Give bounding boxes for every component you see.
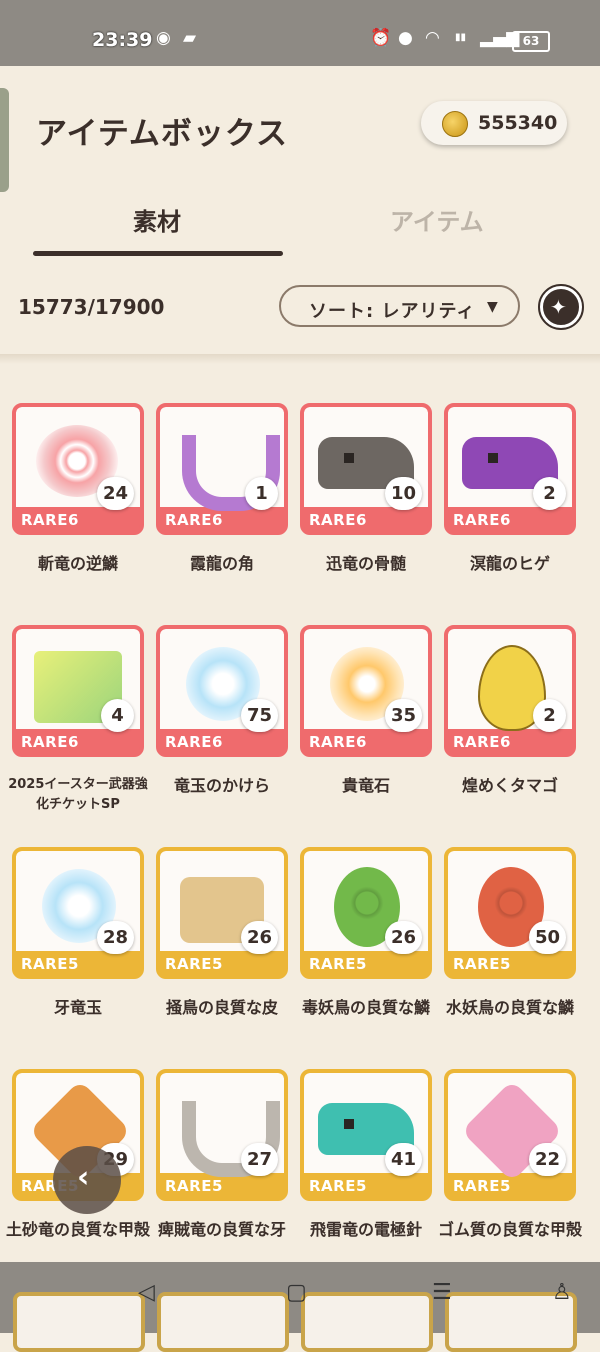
item-card[interactable]: RARE5 41	[300, 1069, 432, 1201]
alarm-icon: ⏰	[370, 28, 392, 48]
item-name: 竜玉のかけら	[173, 776, 270, 795]
item-name: 牙竜玉	[53, 998, 102, 1017]
monster-filter-icon: ✦	[550, 295, 567, 319]
quantity-badge: 28	[96, 921, 134, 954]
quantity-badge: 1	[245, 477, 278, 510]
rarity-label: RARE5	[165, 955, 223, 973]
side-drawer-handle[interactable]	[0, 88, 9, 192]
quantity-badge: 10	[384, 477, 422, 510]
rarity-label: RARE6	[453, 511, 511, 529]
rarity-label: RARE5	[309, 955, 367, 973]
page-title: アイテムボックス	[36, 116, 288, 152]
item-card[interactable]: RARE5 26	[300, 847, 432, 979]
collapse-button[interactable]: ‹	[53, 1146, 121, 1214]
section-divider	[0, 354, 600, 364]
item-card[interactable]: RARE5 22	[444, 1069, 576, 1201]
sort-label: ソート: レアリティ	[309, 301, 476, 322]
next-row-card	[13, 1292, 145, 1352]
item-card[interactable]: RARE6 35	[300, 625, 432, 757]
rarity-label: RARE6	[453, 733, 511, 751]
active-tab-indicator	[33, 251, 283, 256]
item-name: ゴム質の良質な甲殻	[437, 1220, 582, 1239]
rarity-label: RARE6	[21, 511, 79, 529]
item-name: 迅竜の骨髄	[325, 554, 406, 573]
recents-icon[interactable]: ☰	[432, 1280, 452, 1305]
item-name: 斬竜の逆鱗	[37, 554, 118, 573]
item-card[interactable]: RARE6 2	[444, 625, 576, 757]
quantity-badge: 22	[528, 1143, 566, 1176]
item-card[interactable]: RARE6 75	[156, 625, 288, 757]
item-name: 掻鳥の良質な皮	[165, 998, 278, 1017]
tab-materials[interactable]: 素材	[133, 202, 181, 237]
rarity-label: RARE5	[309, 1177, 367, 1195]
chevron-left-icon: ‹	[77, 1160, 90, 1195]
back-icon[interactable]: ◁	[138, 1280, 155, 1305]
volte-icon: ▮▮	[455, 32, 467, 43]
item-card[interactable]: RARE5 50	[444, 847, 576, 979]
app-icon: ▰	[183, 28, 197, 48]
item-name: 溟龍のヒゲ	[469, 554, 550, 573]
quantity-badge: 24	[96, 477, 134, 510]
location-icon: ●	[398, 28, 413, 48]
item-card[interactable]: RARE5 26	[156, 847, 288, 979]
rarity-label: RARE5	[165, 1177, 223, 1195]
item-name: 貴竜石	[341, 776, 390, 795]
item-name: 2025イースター武器強化チケットSP	[8, 777, 148, 812]
quantity-badge: 50	[528, 921, 566, 954]
battery-indicator: 63	[512, 31, 550, 52]
quantity-badge: 2	[533, 699, 566, 732]
system-nav-bar: ◁ ▢ ☰ ♙	[0, 1262, 600, 1352]
quantity-badge: 26	[240, 921, 278, 954]
item-card[interactable]: RARE5 28	[12, 847, 144, 979]
chat-icon: ◉	[156, 28, 171, 48]
quantity-badge: 4	[101, 699, 134, 732]
status-bar: 23:39 ◉ ▰ ⏰ ● ◠ ▮▮ ▂▄▆ 63	[0, 0, 600, 66]
wifi-icon: ◠	[425, 28, 440, 48]
quantity-badge: 35	[384, 699, 422, 732]
status-time: 23:39	[92, 29, 153, 51]
quantity-badge: 41	[384, 1143, 422, 1176]
item-card[interactable]: RARE5 27	[156, 1069, 288, 1201]
rarity-label: RARE6	[309, 733, 367, 751]
currency-display[interactable]: 555340	[421, 101, 567, 145]
rarity-label: RARE5	[453, 955, 511, 973]
quantity-badge: 26	[384, 921, 422, 954]
item-card[interactable]: RARE6 4	[12, 625, 144, 757]
item-name: 水妖鳥の良質な鱗	[445, 998, 574, 1017]
chevron-down-icon: ▼	[487, 299, 498, 315]
currency-amount: 555340	[478, 112, 558, 134]
rarity-label: RARE6	[21, 733, 79, 751]
sort-dropdown[interactable]: ソート: レアリティ ▼	[279, 285, 520, 327]
quantity-badge: 27	[240, 1143, 278, 1176]
item-name: 霞龍の角	[189, 554, 254, 573]
item-name: 飛雷竜の電極針	[309, 1220, 422, 1239]
item-card[interactable]: RARE6 1	[156, 403, 288, 535]
filter-button[interactable]: ✦	[538, 284, 584, 330]
accessibility-icon[interactable]: ♙	[552, 1280, 572, 1305]
rarity-label: RARE5	[453, 1177, 511, 1195]
item-count: 15773/17900	[18, 295, 165, 319]
item-name: 毒妖鳥の良質な鱗	[301, 998, 430, 1017]
coin-icon	[442, 111, 468, 137]
item-name: 痺賊竜の良質な牙	[157, 1220, 286, 1239]
next-row-card	[301, 1292, 433, 1352]
home-icon[interactable]: ▢	[286, 1280, 307, 1305]
item-name: 土砂竜の良質な甲殻	[5, 1220, 150, 1239]
rarity-label: RARE6	[165, 511, 223, 529]
rarity-label: RARE6	[309, 511, 367, 529]
item-card[interactable]: RARE6 2	[444, 403, 576, 535]
item-card[interactable]: RARE6 10	[300, 403, 432, 535]
rarity-label: RARE5	[21, 955, 79, 973]
quantity-badge: 2	[533, 477, 566, 510]
quantity-badge: 75	[240, 699, 278, 732]
next-row-card	[157, 1292, 289, 1352]
rarity-label: RARE6	[165, 733, 223, 751]
item-card[interactable]: RARE6 24	[12, 403, 144, 535]
tab-items[interactable]: アイテム	[390, 202, 484, 237]
item-name: 煌めくタマゴ	[461, 776, 558, 795]
